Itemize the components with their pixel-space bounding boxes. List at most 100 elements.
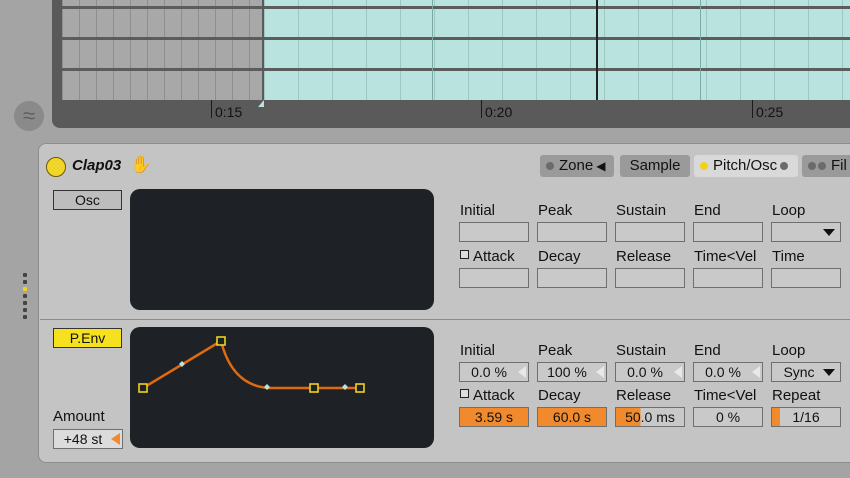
osc-attack-text: Attack (473, 248, 515, 265)
osc-time-label: Time (772, 248, 805, 265)
amount-field[interactable]: +48 st (53, 429, 123, 449)
osc-loop-dropdown[interactable] (771, 222, 841, 242)
bar-line (432, 0, 433, 100)
tab-label: Fil (831, 157, 847, 174)
penv-loop-value: Sync (783, 364, 815, 380)
amount-label: Amount (53, 408, 105, 425)
section-divider (40, 319, 850, 320)
ruler-tick (481, 100, 482, 118)
waveform-toggle-icon[interactable]: ≈ (14, 101, 44, 131)
osc-toggle-button[interactable]: Osc (53, 190, 122, 210)
osc-release-label: Release (616, 248, 672, 265)
pitch-envelope-display[interactable] (130, 327, 434, 448)
penv-toggle-button[interactable]: P.Env (53, 328, 122, 348)
penv-loop-dropdown[interactable]: Sync (771, 362, 841, 382)
penv-release-field[interactable]: 50.0 ms (615, 407, 685, 427)
penv-attack-label: Attack (460, 387, 515, 404)
penv-sustain-field[interactable]: 0.0 % (615, 362, 685, 382)
device-title: Clap03 (72, 157, 122, 174)
penv-peak-field[interactable]: 100 % (537, 362, 607, 382)
osc-end-field[interactable] (693, 222, 763, 242)
osc-display (130, 189, 434, 310)
envelope-node-end[interactable] (355, 383, 365, 393)
playhead[interactable] (596, 0, 598, 100)
chevron-down-icon (823, 369, 835, 376)
hand-icon[interactable]: ✋ (130, 155, 151, 175)
penv-initial-field[interactable]: 0.0 % (459, 362, 529, 382)
loop-start-marker[interactable] (258, 100, 264, 107)
track-divider (62, 37, 850, 40)
osc-decay-field[interactable] (537, 268, 607, 288)
osc-initial-label: Initial (460, 202, 496, 219)
osc-attack-field[interactable] (459, 268, 529, 288)
penv-peak-label: Peak (538, 342, 573, 359)
ruler-tick (211, 100, 212, 118)
penv-attack-field[interactable]: 3.59 s (459, 407, 529, 427)
tab-zone[interactable]: Zone ◀ (540, 155, 614, 177)
osc-peak-label: Peak (538, 202, 573, 219)
checkbox-icon[interactable] (460, 250, 469, 259)
time-marker: 0:25 (756, 104, 784, 120)
envelope-node-peak[interactable] (216, 336, 226, 346)
device-power-button[interactable] (46, 157, 66, 177)
tab-label: Zone (559, 157, 594, 174)
osc-initial-field[interactable] (459, 222, 529, 242)
triangle-left-icon (518, 366, 526, 378)
tab-label: Pitch/Osc (713, 157, 778, 174)
penv-sustain-value: 0.0 % (627, 364, 663, 380)
tab-led (780, 161, 789, 170)
penv-repeat-field[interactable]: 1/16 (771, 407, 841, 427)
tab-label: Sample (629, 157, 681, 174)
fold-dot (23, 287, 27, 291)
fold-dot (23, 280, 27, 284)
fold-dot (23, 294, 27, 298)
penv-end-value: 0.0 % (705, 364, 741, 380)
penv-loop-label: Loop (772, 342, 806, 359)
triangle-left-icon: ◀ (596, 159, 606, 173)
tab-led (808, 161, 816, 170)
timeline-grid-empty[interactable] (62, 0, 264, 100)
penv-initial-value: 0.0 % (471, 364, 507, 380)
osc-time-vel-label: Time<Vel (694, 248, 757, 265)
triangle-left-icon (111, 433, 120, 445)
time-marker: 0:20 (485, 104, 513, 120)
penv-end-field[interactable]: 0.0 % (693, 362, 763, 382)
osc-attack-label: Attack (460, 248, 515, 265)
penv-initial-label: Initial (460, 342, 496, 359)
amount-value: +48 st (63, 431, 103, 447)
fold-dot (23, 273, 27, 277)
osc-loop-label: Loop (772, 202, 806, 219)
ruler-tick (752, 100, 753, 118)
tab-filter[interactable]: Fil (802, 155, 850, 177)
bar-line (700, 0, 701, 100)
penv-decay-field[interactable]: 60.0 s (537, 407, 607, 427)
checkbox-icon[interactable] (460, 389, 469, 398)
time-marker: 0:15 (215, 104, 243, 120)
osc-time-field[interactable] (771, 268, 841, 288)
audio-clip-region[interactable] (264, 0, 850, 100)
time-ruler[interactable] (62, 100, 850, 128)
envelope-node-initial[interactable] (138, 383, 148, 393)
osc-peak-field[interactable] (537, 222, 607, 242)
envelope-line (142, 339, 360, 390)
fold-dot (23, 315, 27, 319)
triangle-left-icon (596, 366, 604, 378)
penv-repeat-label: Repeat (772, 387, 821, 404)
osc-release-field[interactable] (615, 268, 685, 288)
fold-dot (23, 301, 27, 305)
chevron-down-icon (823, 229, 835, 236)
osc-decay-label: Decay (538, 248, 581, 265)
osc-end-label: End (694, 202, 721, 219)
track-divider (62, 68, 850, 71)
envelope-curve[interactable] (130, 327, 434, 448)
tab-pitch-osc[interactable]: Pitch/Osc (694, 155, 798, 177)
osc-sustain-field[interactable] (615, 222, 685, 242)
fold-dot (23, 308, 27, 312)
penv-end-label: End (694, 342, 721, 359)
triangle-left-icon (752, 366, 760, 378)
envelope-node-sustain[interactable] (309, 383, 319, 393)
penv-sustain-label: Sustain (616, 342, 667, 359)
penv-time-vel-field[interactable]: 0 % (693, 407, 763, 427)
osc-time-vel-field[interactable] (693, 268, 763, 288)
tab-sample[interactable]: Sample (620, 155, 690, 177)
